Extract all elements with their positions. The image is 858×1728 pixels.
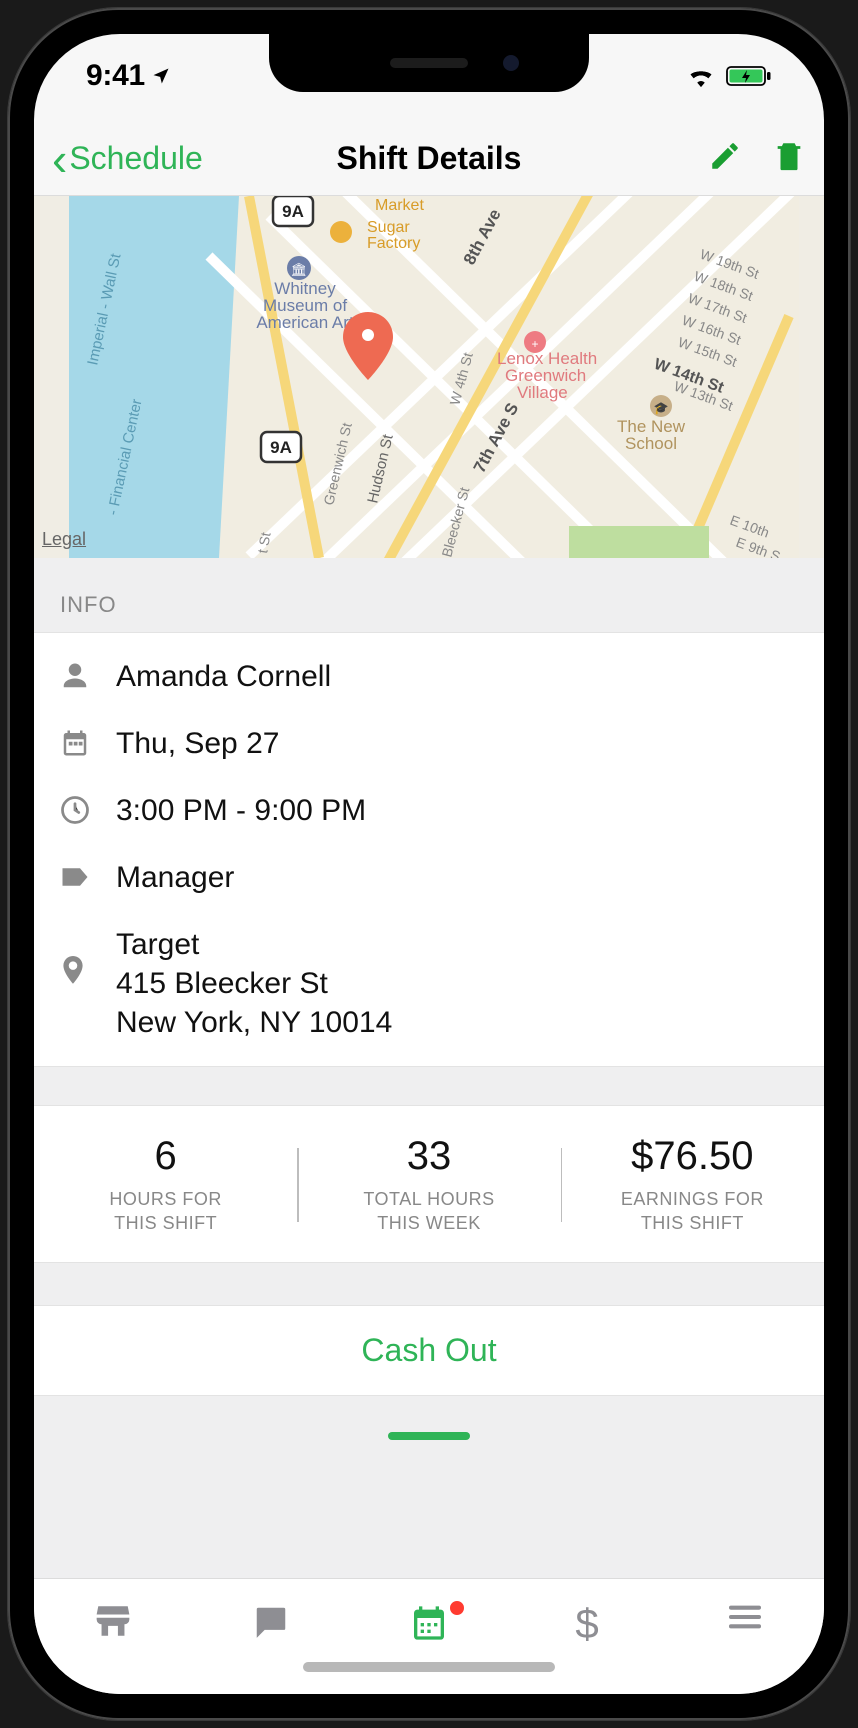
stat-label: EARNINGS FOR THIS SHIFT — [561, 1187, 824, 1236]
stat-value: 33 — [297, 1134, 560, 1179]
tab-store[interactable] — [34, 1603, 192, 1644]
battery-charging-icon — [726, 65, 772, 87]
chat-icon — [251, 1603, 291, 1646]
location-arrow-icon — [151, 66, 171, 86]
info-card: Amanda Cornell Thu, Sep 27 3:00 PM - 9:0… — [34, 632, 824, 1067]
tab-chat[interactable] — [192, 1603, 350, 1646]
tab-bar: $ — [34, 1578, 824, 1694]
svg-text:Market: Market — [375, 197, 424, 214]
stat-shift-hours: 6 HOURS FOR THIS SHIFT — [34, 1134, 297, 1236]
svg-text:🏛: 🏛 — [291, 262, 308, 277]
shift-time: 3:00 PM - 9:00 PM — [116, 791, 366, 830]
calendar-icon — [409, 1603, 449, 1648]
back-label: Schedule — [69, 140, 202, 177]
svg-text:$: $ — [575, 1603, 598, 1645]
back-button[interactable]: ‹ Schedule — [52, 136, 203, 182]
home-indicator[interactable] — [303, 1662, 555, 1672]
svg-text:🎓: 🎓 — [654, 401, 669, 415]
stats-card: 6 HOURS FOR THIS SHIFT 33 TOTAL HOURS TH… — [34, 1105, 824, 1263]
stat-week-hours: 33 TOTAL HOURS THIS WEEK — [297, 1134, 560, 1236]
svg-text:9A: 9A — [282, 202, 304, 221]
status-time: 9:41 — [86, 59, 145, 93]
role-name: Manager — [116, 858, 234, 897]
delete-button[interactable] — [772, 137, 806, 180]
cashout-button[interactable]: Cash Out — [34, 1305, 824, 1396]
location-pin-icon — [60, 953, 116, 991]
stat-value: $76.50 — [561, 1134, 824, 1179]
calendar-icon — [60, 724, 116, 762]
pencil-icon — [708, 139, 742, 173]
store-icon — [93, 1603, 133, 1644]
wifi-icon — [686, 65, 716, 87]
tag-icon — [60, 858, 116, 896]
person-icon — [60, 657, 116, 695]
stat-earnings: $76.50 EARNINGS FOR THIS SHIFT — [561, 1134, 824, 1236]
employee-row: Amanda Cornell — [60, 643, 798, 710]
trash-icon — [772, 137, 806, 175]
stat-value: 6 — [34, 1134, 297, 1179]
employee-name: Amanda Cornell — [116, 657, 331, 696]
screen: 9:41 ‹ Schedule — [34, 34, 824, 1694]
location-row: Target 415 Bleecker St New York, NY 1001… — [60, 911, 798, 1056]
map-legal-link[interactable]: Legal — [42, 529, 86, 550]
svg-text:9A: 9A — [270, 438, 292, 457]
date-row: Thu, Sep 27 — [60, 710, 798, 777]
stat-label: TOTAL HOURS THIS WEEK — [297, 1187, 560, 1236]
location-text: Target 415 Bleecker St New York, NY 1001… — [116, 925, 392, 1042]
info-section-header: INFO — [34, 558, 824, 632]
notch — [269, 34, 589, 92]
map-view[interactable]: 9A 9A 🏛 + 🎓 Market SugarFactory WhitneyM… — [34, 196, 824, 558]
shift-date: Thu, Sep 27 — [116, 724, 279, 763]
clock-icon — [60, 791, 116, 829]
notification-badge — [448, 1599, 466, 1617]
dollar-icon: $ — [574, 1603, 600, 1650]
tab-schedule[interactable] — [350, 1603, 508, 1648]
cashout-label: Cash Out — [361, 1332, 496, 1368]
content-scroll[interactable]: 9A 9A 🏛 + 🎓 Market SugarFactory WhitneyM… — [34, 196, 824, 1578]
stat-label: HOURS FOR THIS SHIFT — [34, 1187, 297, 1236]
role-row: Manager — [60, 844, 798, 911]
menu-icon — [726, 1603, 764, 1636]
nav-bar: ‹ Schedule Shift Details — [34, 122, 824, 196]
tab-menu[interactable] — [666, 1603, 824, 1636]
phone-frame: 9:41 ‹ Schedule — [8, 8, 850, 1720]
address-line2: New York, NY 10014 — [116, 1003, 392, 1042]
chevron-left-icon: ‹ — [52, 136, 67, 182]
time-row: 3:00 PM - 9:00 PM — [60, 777, 798, 844]
active-tab-indicator — [388, 1432, 470, 1440]
map-pin-icon — [340, 312, 396, 385]
svg-text:The NewSchool: The NewSchool — [617, 417, 686, 453]
location-name: Target — [116, 925, 392, 964]
edit-button[interactable] — [708, 139, 742, 178]
tab-pay[interactable]: $ — [508, 1603, 666, 1650]
address-line1: 415 Bleecker St — [116, 964, 392, 1003]
